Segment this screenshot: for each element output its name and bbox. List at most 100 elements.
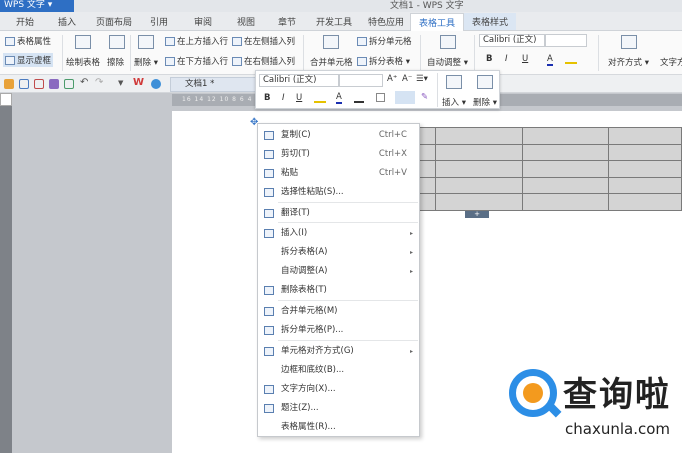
border-icon[interactable] <box>376 93 385 102</box>
print-icon[interactable] <box>49 79 59 89</box>
menu-item[interactable]: 文字方向(X)... <box>258 380 419 399</box>
menu-item[interactable]: 复制(C) Ctrl+C <box>258 126 419 145</box>
insert-col-right-button[interactable]: 在右侧插入列 <box>232 55 295 67</box>
tab-table-style[interactable]: 表格样式 <box>464 13 517 30</box>
menu-item-label: 合并单元格(M) <box>281 306 338 316</box>
document-tab[interactable]: 文档1 * <box>170 77 260 92</box>
menu-item[interactable]: 翻译(T) <box>258 204 419 223</box>
menu-item[interactable]: 拆分表格(A) ▸ <box>258 243 419 262</box>
mini-delete-button[interactable]: 删除 ▾ <box>473 96 497 108</box>
delete-button[interactable]: 删除 ▾ <box>134 56 158 68</box>
underline-button[interactable]: U <box>522 54 528 64</box>
tab-home[interactable]: 开始 <box>16 15 34 28</box>
submenu-arrow-icon: ▸ <box>409 348 413 355</box>
tab-view[interactable]: 视图 <box>237 15 255 28</box>
shading-icon[interactable] <box>354 93 364 103</box>
customize-dropdown-icon[interactable]: ▼ <box>118 79 128 89</box>
insert-row-above-button[interactable]: 在上方插入行 <box>165 35 228 47</box>
mini-insert-button[interactable]: 插入 ▾ <box>442 96 466 108</box>
alignment-button[interactable]: 对齐方式 ▾ <box>608 56 649 68</box>
menu-item[interactable]: 表格属性(R)... <box>258 418 419 437</box>
export-pdf-icon[interactable] <box>34 79 44 89</box>
menu-item[interactable]: 删除表格(T) <box>258 281 419 300</box>
tab-references[interactable]: 引用 <box>150 15 168 28</box>
text-direction-button[interactable]: 文字方 <box>660 56 682 68</box>
mini-delete-icon <box>477 75 493 89</box>
menu-item-shortcut: Ctrl+V <box>378 168 407 178</box>
menu-item[interactable]: 选择性粘贴(S)... <box>258 183 419 202</box>
gridlines-icon <box>5 56 15 65</box>
insert-row-below-button[interactable]: 在下方插入行 <box>165 55 228 67</box>
format-painter-icon[interactable]: ✎ <box>421 92 428 102</box>
bold-button[interactable]: B <box>486 54 492 64</box>
split-table-button[interactable]: 拆分表格 ▾ <box>357 55 410 67</box>
menu-item[interactable]: 剪切(T) Ctrl+X <box>258 145 419 164</box>
mini-bold-button[interactable]: B <box>264 93 270 103</box>
menu-item[interactable]: 边框和底纹(B)... <box>258 361 419 380</box>
mini-underline-button[interactable]: U <box>296 93 302 103</box>
auto-fit-button[interactable]: 自动调整 ▾ <box>427 56 468 68</box>
tab-insert[interactable]: 插入 <box>58 15 76 28</box>
title-bar: WPS 文字 ▾ 文档1 - WPS 文字 <box>0 0 682 12</box>
wps-app-button[interactable]: WPS 文字 ▾ <box>0 0 74 12</box>
mini-font-color-icon[interactable]: A <box>336 92 342 104</box>
watermark-logo: 查询啦 chaxunla.com <box>505 365 680 450</box>
context-menu: 复制(C) Ctrl+C 剪切(T) Ctrl+X 粘贴 Ctrl+V 选择性粘贴(S)..… <box>257 123 420 437</box>
align-icon[interactable] <box>395 91 415 104</box>
menu-item-label: 文字方向(X)... <box>281 384 336 394</box>
menu-item-label: 选择性粘贴(S)... <box>281 187 344 197</box>
menu-item[interactable]: 自动调整(A) ▸ <box>258 262 419 281</box>
merge-cells-icon <box>323 35 339 49</box>
save-icon[interactable] <box>19 79 29 89</box>
cell-align-icon <box>264 347 274 356</box>
menu-item[interactable]: 题注(Z)... <box>258 399 419 418</box>
menu-item-shortcut: Ctrl+C <box>378 130 407 140</box>
menu-item[interactable]: 拆分单元格(P)... <box>258 321 419 340</box>
mini-highlight-icon[interactable] <box>314 93 326 103</box>
cloud-icon[interactable] <box>151 79 161 89</box>
delete-table-icon <box>264 286 274 295</box>
shrink-font-button[interactable]: A⁻ <box>402 74 412 84</box>
tab-features[interactable]: 特色应用 <box>368 15 404 28</box>
menu-item[interactable]: 合并单元格(M) <box>258 302 419 321</box>
table-properties-button[interactable]: 表格属性 <box>5 35 51 47</box>
wps-logo-icon[interactable]: W <box>133 77 144 88</box>
font-name-select[interactable]: Calibri (正文) <box>479 34 545 47</box>
highlight-icon[interactable] <box>565 54 577 64</box>
mini-size-select[interactable] <box>339 74 383 87</box>
mini-font-select[interactable]: Calibri (正文) <box>259 74 339 87</box>
print-preview-icon[interactable] <box>64 79 74 89</box>
redo-icon[interactable]: ↷ <box>95 77 105 88</box>
menu-item-label: 拆分表格(A) <box>281 247 328 257</box>
draw-table-button[interactable]: 绘制表格 <box>66 56 100 68</box>
show-gridlines-button[interactable]: 显示虚框 <box>3 53 54 67</box>
menu-item[interactable]: 插入(I) ▸ <box>258 224 419 243</box>
paste-icon <box>264 169 274 178</box>
italic-button[interactable]: I <box>505 54 508 64</box>
tab-table-tools[interactable]: 表格工具 <box>410 13 465 31</box>
merge-cells-button[interactable]: 合并单元格 <box>310 56 353 68</box>
open-icon[interactable] <box>4 79 14 89</box>
tab-developer[interactable]: 开发工具 <box>316 15 352 28</box>
tab-page-layout[interactable]: 页面布局 <box>96 15 132 28</box>
tab-review[interactable]: 审阅 <box>194 15 212 28</box>
menu-item[interactable]: 粘贴 Ctrl+V <box>258 164 419 183</box>
grow-font-button[interactable]: A⁺ <box>387 74 397 84</box>
menu-item-shortcut: Ctrl+X <box>378 149 407 159</box>
add-row-button[interactable]: + <box>465 211 489 218</box>
split-cells-button[interactable]: 拆分单元格 <box>357 35 412 47</box>
insert-col-right-icon <box>232 57 242 66</box>
insert-col-left-button[interactable]: 在左侧插入列 <box>232 35 295 47</box>
submenu-arrow-icon: ▸ <box>409 230 413 237</box>
menu-item-label: 插入(I) <box>281 228 308 238</box>
ruler-corner <box>0 93 12 106</box>
undo-icon[interactable]: ↶ <box>80 77 90 88</box>
menu-item-label: 自动调整(A) <box>281 266 328 276</box>
line-spacing-icon[interactable]: ☰▾ <box>416 74 428 84</box>
mini-italic-button[interactable]: I <box>282 93 285 103</box>
tab-chapter[interactable]: 章节 <box>278 15 296 28</box>
font-color-button[interactable]: A <box>547 54 553 66</box>
menu-item[interactable]: 单元格对齐方式(G) ▸ <box>258 342 419 361</box>
font-size-select[interactable] <box>545 34 587 47</box>
erase-button[interactable]: 擦除 <box>107 56 124 68</box>
